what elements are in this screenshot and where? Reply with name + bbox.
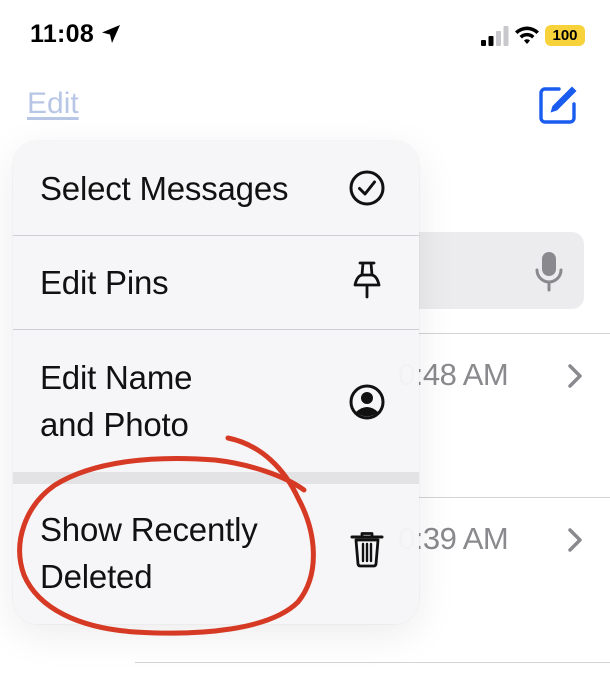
battery-indicator: 100 <box>545 25 585 46</box>
checkmark-circle-icon <box>349 170 385 206</box>
location-arrow-icon <box>102 25 120 43</box>
menu-item-edit-name-photo[interactable]: Edit Name and Photo <box>13 330 419 472</box>
status-bar: 11:08 100 <box>0 0 610 70</box>
edit-button[interactable]: Edit <box>27 87 79 121</box>
person-circle-icon <box>349 384 385 420</box>
menu-item-label: Edit Name <box>40 359 193 396</box>
trash-icon <box>350 532 384 568</box>
wifi-icon <box>515 26 539 44</box>
menu-item-label: and Photo <box>40 406 189 443</box>
edit-menu: Select Messages Edit Pins Edit Name and … <box>13 141 419 624</box>
list-divider <box>135 662 610 663</box>
menu-item-show-recently-deleted[interactable]: Show Recently Deleted <box>13 484 419 624</box>
chevron-right-icon <box>568 364 582 388</box>
menu-item-label: Show Recently <box>40 511 258 548</box>
pin-icon <box>353 261 381 299</box>
menu-item-select-messages[interactable]: Select Messages <box>13 141 419 235</box>
menu-item-label: Edit Pins <box>40 264 169 301</box>
menu-item-edit-pins[interactable]: Edit Pins <box>13 236 419 329</box>
menu-item-label: Select Messages <box>40 170 289 207</box>
status-time: 11:08 <box>30 20 95 48</box>
chevron-right-icon <box>568 528 582 552</box>
menu-group-separator <box>13 472 419 484</box>
cellular-signal-icon <box>481 26 509 46</box>
menu-item-label: Deleted <box>40 558 153 595</box>
microphone-icon[interactable] <box>532 250 566 294</box>
messages-screen: 11:08 100 Edit 0:48 AM 0:39 AM Select Me… <box>0 0 610 686</box>
compose-icon[interactable] <box>535 82 581 128</box>
